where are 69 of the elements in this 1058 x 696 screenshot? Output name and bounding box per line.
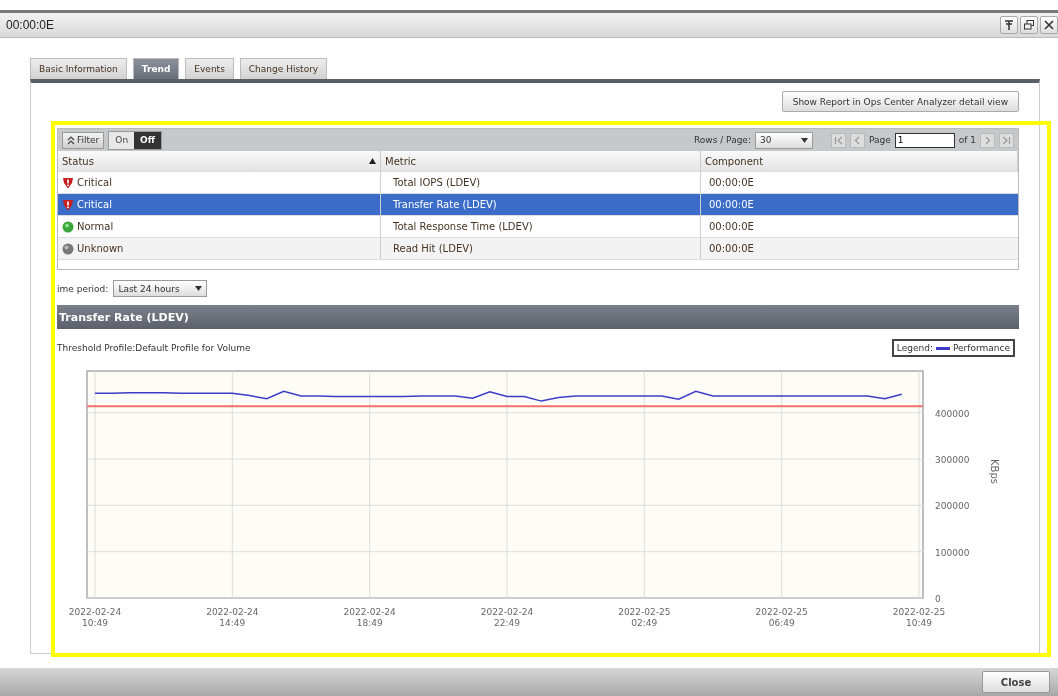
x-tick-label: 2022-02-24 14:49 (206, 607, 259, 628)
filter-button[interactable]: Filter (62, 131, 105, 149)
last-page-icon[interactable] (999, 132, 1014, 148)
y-tick-label: 200000 (935, 501, 970, 512)
collapse-chevron-icon (67, 135, 75, 145)
component-text: 00:00:0E (709, 199, 754, 210)
critical-shield-icon (62, 176, 74, 189)
critical-shield-icon (62, 198, 74, 211)
column-header[interactable]: Metric (381, 151, 701, 171)
time-period-select[interactable]: Last 24 hours (113, 280, 208, 297)
rows-per-page-select[interactable]: 30 (754, 131, 813, 149)
y-tick-label: 0 (935, 594, 941, 604)
toggle-option[interactable]: Off (134, 131, 162, 149)
toggle-option[interactable]: On (109, 131, 135, 149)
metric-text: Read Hit (LDEV) (393, 243, 473, 254)
show-report-button[interactable]: Show Report in Ops Center Analyzer detail view (781, 91, 1019, 112)
x-tick-label: 2022-02-25 02:49 (618, 607, 671, 628)
page-label: Page (868, 135, 891, 145)
y-axis-label: KBps (989, 459, 1000, 484)
status-ok-icon (62, 220, 74, 233)
tab[interactable]: Events (185, 58, 234, 79)
close-icon (1043, 19, 1055, 31)
metric-text: Transfer Rate (LDEV) (393, 199, 497, 210)
y-tick-label: 100000 (935, 547, 970, 558)
sort-ascending-icon (369, 158, 376, 164)
section-header: Transfer Rate (LDEV) (57, 305, 1019, 329)
y-tick-label: 300000 (935, 455, 970, 465)
status-text: Normal (77, 221, 114, 232)
status-text: Critical (77, 199, 112, 210)
legend-label: Legend: (896, 343, 933, 353)
column-header[interactable]: Component (701, 151, 1018, 171)
component-text: 00:00:0E (709, 221, 754, 232)
table-row[interactable]: Critical Transfer Rate (LDEV) 00:00:0E (58, 193, 1018, 215)
next-page-icon[interactable] (980, 132, 995, 148)
dropdown-arrow-icon (195, 286, 203, 291)
close-button[interactable] (1040, 16, 1058, 34)
component-text: 00:00:0E (709, 243, 754, 254)
page-input[interactable]: 1 (894, 132, 955, 148)
rows-per-page-label: Rows / Page: (693, 135, 751, 145)
status-text: Critical (77, 177, 112, 188)
tab[interactable]: Basic Information (30, 58, 127, 79)
metric-text: Total Response Time (LDEV) (393, 221, 533, 232)
tab[interactable]: Trend (132, 58, 180, 79)
threshold-profile-text: Threshold Profile:Default Profile for Volume (57, 343, 251, 353)
x-tick-label: 2022-02-25 10:49 (892, 607, 946, 628)
x-tick-label: 2022-02-25 06:49 (755, 607, 808, 628)
page-count-label: of 1 (958, 135, 976, 145)
restore-icon (1023, 19, 1035, 31)
first-page-icon[interactable] (830, 132, 846, 148)
window-title: 00:00:0E (6, 18, 56, 32)
time-period-label: ime period: (57, 283, 109, 294)
previous-page-icon[interactable] (849, 132, 865, 148)
tab[interactable]: Change History (239, 58, 328, 79)
status-text: Unknown (77, 243, 124, 254)
x-tick-label: 2022-02-24 22:49 (480, 607, 534, 628)
x-tick-label: 2022-02-24 10:49 (68, 607, 122, 628)
component-text: 00:00:0E (709, 177, 754, 188)
legend-item: Performance (952, 343, 1010, 353)
x-tick-label: 2022-02-24 18:49 (343, 607, 396, 628)
close-dialog-button[interactable]: Close (982, 671, 1050, 693)
pin-icon (1003, 19, 1015, 31)
pin-top-button[interactable] (1000, 16, 1018, 34)
unknown-circle-icon (62, 242, 74, 255)
dropdown-arrow-icon (800, 137, 808, 143)
column-header[interactable]: Status (58, 151, 381, 171)
y-tick-label: 400000 (935, 408, 970, 419)
metric-text: Total IOPS (LDEV) (393, 177, 481, 188)
table-row[interactable]: Unknown Read Hit (LDEV) 00:00:0E (58, 237, 1018, 259)
restore-button[interactable] (1020, 16, 1038, 34)
